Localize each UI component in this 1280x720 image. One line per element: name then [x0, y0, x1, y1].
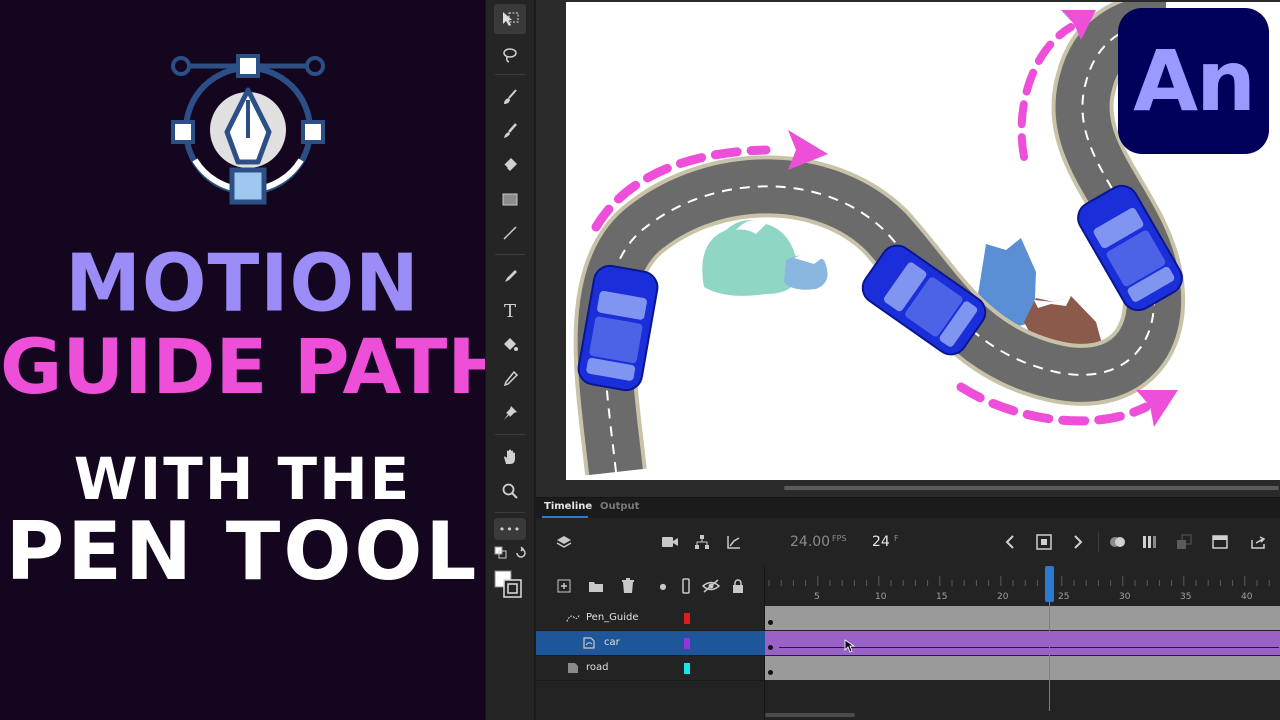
- onion-skin-icon[interactable]: [1106, 530, 1130, 554]
- export-icon[interactable]: [1246, 530, 1270, 554]
- ruler-number: 15: [936, 592, 948, 602]
- eraser-tool-icon[interactable]: [494, 150, 526, 180]
- layer-row-car[interactable]: car: [536, 631, 765, 656]
- outline-mode-icon[interactable]: [674, 574, 698, 598]
- timeline-scrollbar[interactable]: [765, 713, 855, 717]
- layer-row-road[interactable]: road: [536, 656, 765, 681]
- lasso-tool-icon[interactable]: [494, 40, 526, 70]
- layer-color-swatch[interactable]: [684, 613, 690, 624]
- title-guide-path: GUIDE PATH: [0, 322, 511, 411]
- zoom-tool-icon[interactable]: [494, 476, 526, 506]
- paint-bucket-icon[interactable]: [494, 330, 526, 360]
- fps-unit: FPS: [832, 534, 847, 543]
- insert-blank-keyframe-icon[interactable]: [1208, 530, 1232, 554]
- edit-multiple-frames-icon[interactable]: [1138, 530, 1162, 554]
- swap-colors-icon[interactable]: [492, 544, 510, 562]
- pen-tool-icon[interactable]: [494, 262, 526, 292]
- text-tool-icon[interactable]: T: [494, 296, 526, 326]
- layer-name: car: [604, 637, 620, 648]
- title-motion: MOTION: [65, 235, 420, 330]
- ruler-number: 30: [1119, 592, 1131, 602]
- camera-icon[interactable]: [658, 530, 682, 554]
- current-frame-value[interactable]: 24: [872, 534, 890, 550]
- pin-tool-icon[interactable]: [494, 398, 526, 428]
- layer-name: road: [586, 662, 609, 673]
- insert-keyframe-icon[interactable]: [1032, 530, 1056, 554]
- subtitle-pen-tool: PEN TOOL: [5, 505, 480, 598]
- promo-panel: MOTION GUIDE PATH WITH THE PEN TOOL: [0, 0, 511, 720]
- timeline-panel: Timeline Output 24.00 FPS 24 F ● Pen_Gui…: [536, 497, 1280, 720]
- prev-keyframe-icon[interactable]: [998, 530, 1022, 554]
- layer-name: Pen_Guide: [586, 612, 639, 623]
- graph-icon[interactable]: [722, 530, 746, 554]
- layer-color-swatch[interactable]: [684, 663, 690, 674]
- selection-tool-icon[interactable]: [494, 4, 526, 34]
- next-keyframe-icon[interactable]: [1066, 530, 1090, 554]
- layer-color-swatch[interactable]: [684, 638, 690, 649]
- playhead[interactable]: [1045, 566, 1054, 602]
- keyframe-dot[interactable]: [768, 645, 773, 650]
- tools-panel: T •••: [485, 0, 535, 720]
- frame-row-car[interactable]: [765, 631, 1280, 656]
- pen-tool-logo-icon: [171, 54, 325, 205]
- layer-parenting-icon[interactable]: [690, 530, 714, 554]
- more-tools-icon[interactable]: •••: [494, 518, 526, 540]
- subtitle-with-the: WITH THE: [73, 445, 412, 513]
- fluid-brush-icon[interactable]: [494, 82, 526, 112]
- animate-app-logo: An: [1118, 8, 1269, 154]
- layer-icon: [566, 661, 580, 675]
- ruler-number: 10: [875, 592, 887, 602]
- hand-tool-icon[interactable]: [494, 442, 526, 472]
- line-tool-icon[interactable]: [494, 218, 526, 248]
- motion-guide-icon: [566, 611, 580, 625]
- frames-area[interactable]: 5 10 15 20 25 30 35 40: [765, 566, 1280, 720]
- lock-all-icon[interactable]: [726, 574, 750, 598]
- new-folder-icon[interactable]: [584, 574, 608, 598]
- guided-layer-icon: [582, 636, 596, 650]
- rectangle-tool-icon[interactable]: [494, 184, 526, 214]
- frame-unit: F: [894, 534, 899, 543]
- layer-panel: ● Pen_Guide car road: [536, 566, 765, 720]
- ruler-ticks: [768, 576, 1270, 586]
- hide-all-eye-icon[interactable]: [699, 574, 723, 598]
- timeline-controls: 24.00 FPS 24 F: [536, 518, 1280, 566]
- frame-row-road[interactable]: [765, 656, 1280, 681]
- delete-layer-icon[interactable]: [616, 574, 640, 598]
- frame-row-pen-guide[interactable]: [765, 606, 1280, 631]
- ruler-number: 40: [1241, 592, 1253, 602]
- ruler-number: 35: [1180, 592, 1192, 602]
- mountain-green: [702, 220, 798, 296]
- keyframe-dot[interactable]: [768, 620, 773, 625]
- ruler-number: 25: [1058, 592, 1070, 602]
- tab-timeline[interactable]: Timeline: [544, 501, 592, 512]
- layers-icon[interactable]: [552, 530, 576, 554]
- eyedropper-icon[interactable]: [494, 364, 526, 394]
- fill-stroke-swatch-icon[interactable]: [492, 568, 524, 600]
- timeline-tabs: Timeline Output: [536, 498, 1280, 518]
- ruler-number: 5: [814, 592, 820, 602]
- tween-options-icon[interactable]: [1172, 530, 1196, 554]
- stage-horizontal-scrollbar[interactable]: [784, 486, 1279, 490]
- fps-value[interactable]: 24.00: [790, 534, 830, 550]
- ruler-number: 20: [997, 592, 1009, 602]
- new-layer-icon[interactable]: [552, 574, 576, 598]
- mouse-cursor-icon: [844, 639, 856, 653]
- tab-output[interactable]: Output: [600, 501, 639, 512]
- frame-ruler[interactable]: 5 10 15 20 25 30 35 40: [765, 566, 1280, 606]
- highlight-layer-icon[interactable]: ●: [651, 574, 675, 598]
- layer-toolbar: ●: [536, 566, 765, 606]
- brush-tool-icon[interactable]: [494, 116, 526, 146]
- reset-colors-icon[interactable]: [512, 544, 530, 562]
- app-logo-text: An: [1133, 32, 1256, 130]
- layer-row-pen-guide[interactable]: Pen_Guide: [536, 606, 765, 631]
- keyframe-dot[interactable]: [768, 670, 773, 675]
